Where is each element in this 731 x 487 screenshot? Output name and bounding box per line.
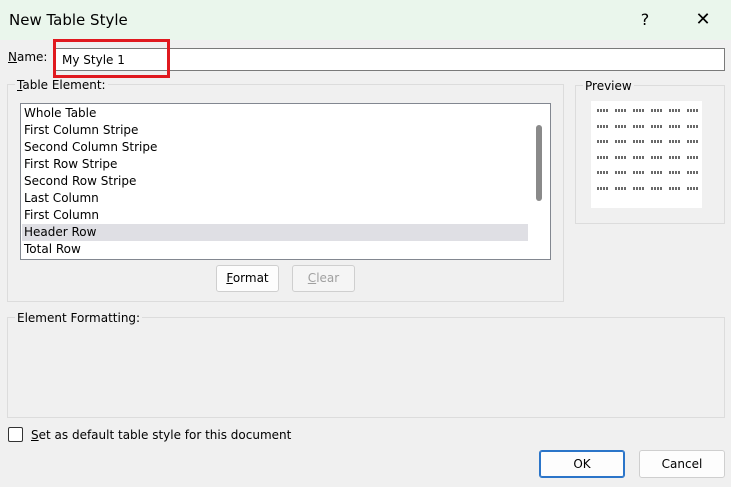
list-item[interactable]: Second Column Stripe	[22, 139, 528, 156]
preview-cell	[615, 186, 627, 190]
preview-cell	[687, 109, 699, 112]
preview-cell	[669, 155, 681, 159]
question-icon: ?	[640, 10, 650, 29]
list-item-selected[interactable]: Header Row	[22, 224, 528, 241]
preview-cell	[669, 109, 681, 112]
new-table-style-dialog: New Table Style ? ✕ Name: My Style 1 Tab…	[0, 0, 731, 487]
close-icon: ✕	[695, 9, 711, 30]
preview-cell	[687, 155, 699, 159]
preview-cell	[633, 109, 645, 112]
preview-cell	[597, 186, 609, 190]
ok-button[interactable]: OK	[539, 450, 625, 478]
preview-cell	[651, 186, 663, 190]
preview-cell	[669, 140, 681, 143]
element-formatting-group	[7, 317, 725, 418]
preview-cell	[651, 109, 663, 112]
table-style-preview	[591, 101, 702, 208]
preview-cell	[633, 124, 645, 128]
preview-cell	[687, 140, 699, 143]
annotation-highlight-box	[53, 39, 170, 78]
preview-cell	[687, 124, 699, 128]
preview-cell	[597, 171, 609, 174]
list-scrollbar-thumb[interactable]	[536, 125, 542, 201]
clear-button[interactable]: Clear	[292, 265, 355, 292]
preview-cell	[669, 186, 681, 190]
set-default-label[interactable]: Set as default table style for this docu…	[31, 428, 291, 442]
preview-cell	[615, 140, 627, 143]
set-default-checkbox[interactable]	[8, 427, 23, 442]
preview-cell	[615, 171, 627, 174]
list-item[interactable]: First Column	[22, 207, 528, 224]
list-item[interactable]: First Row Stripe	[22, 156, 528, 173]
preview-cell	[687, 186, 699, 190]
preview-cell	[615, 155, 627, 159]
list-item[interactable]: Whole Table	[22, 105, 528, 122]
cancel-button[interactable]: Cancel	[639, 450, 725, 478]
preview-cell	[633, 186, 645, 190]
list-item[interactable]: Last Column	[22, 190, 528, 207]
preview-cell	[615, 109, 627, 112]
preview-cell	[669, 124, 681, 128]
preview-cell	[687, 171, 699, 174]
preview-cell	[633, 155, 645, 159]
preview-cell	[651, 155, 663, 159]
list-item[interactable]: Total Row	[22, 241, 528, 258]
preview-cell	[651, 140, 663, 143]
preview-cell	[651, 171, 663, 174]
preview-cell	[597, 109, 609, 112]
title-bar: New Table Style ? ✕	[0, 0, 731, 40]
format-button[interactable]: Format	[216, 265, 279, 292]
preview-cell	[633, 140, 645, 143]
preview-cell	[633, 171, 645, 174]
dialog-title: New Table Style	[9, 11, 128, 29]
preview-cell	[597, 124, 609, 128]
element-formatting-legend: Element Formatting:	[15, 311, 143, 325]
help-button[interactable]: ?	[622, 6, 668, 34]
preview-cell	[597, 140, 609, 143]
close-button[interactable]: ✕	[680, 6, 726, 34]
list-item[interactable]: Second Row Stripe	[22, 173, 528, 190]
preview-cell	[615, 124, 627, 128]
table-element-legend: Table Element:	[15, 78, 108, 92]
preview-cell	[651, 124, 663, 128]
preview-legend: Preview	[583, 79, 634, 93]
preview-cell	[669, 171, 681, 174]
preview-cell	[597, 155, 609, 159]
table-element-list[interactable]: Whole Table First Column Stripe Second C…	[20, 103, 551, 260]
name-label: Name:	[8, 50, 48, 64]
list-item[interactable]: First Column Stripe	[22, 122, 528, 139]
